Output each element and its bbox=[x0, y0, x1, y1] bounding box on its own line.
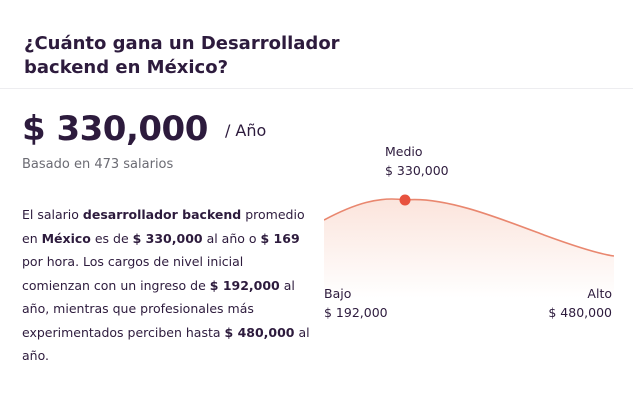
based-on-count: Basado en 473 salarios bbox=[22, 157, 174, 172]
card-header: ¿Cuánto gana un Desarrollador backend en… bbox=[0, 0, 633, 89]
alto-value: $ 480,000 bbox=[548, 305, 612, 320]
medio-label: Medio bbox=[385, 144, 423, 159]
desc-text: al año o bbox=[202, 230, 261, 246]
curve-fill bbox=[324, 198, 614, 298]
desc-senior-salary: $ 480,000 bbox=[224, 324, 295, 340]
medio-value: $ 330,000 bbox=[385, 163, 449, 178]
salary-amount-row: $ 330,000 / Año bbox=[22, 109, 266, 149]
desc-text: es de bbox=[90, 230, 133, 246]
desc-hourly-salary: $ 169 bbox=[260, 230, 300, 246]
desc-country: México bbox=[41, 230, 91, 246]
salary-description: El salario desarrollador backend promedi… bbox=[22, 203, 312, 368]
alto-label: Alto bbox=[587, 286, 612, 301]
salary-range-chart: Medio $ 330,000 Bajo $ 192,000 Alto $ 48… bbox=[324, 140, 614, 330]
desc-entry-salary: $ 192,000 bbox=[209, 277, 280, 293]
desc-annual-salary: $ 330,000 bbox=[132, 230, 203, 246]
salary-distribution-curve bbox=[324, 194, 614, 298]
median-marker bbox=[399, 194, 411, 206]
desc-job-title: desarrollador backend bbox=[82, 207, 242, 222]
bajo-value: $ 192,000 bbox=[324, 305, 388, 320]
salary-amount: $ 330,000 bbox=[22, 109, 208, 149]
page-title: ¿Cuánto gana un Desarrollador backend en… bbox=[24, 33, 340, 78]
salary-period: / Año bbox=[224, 121, 267, 140]
desc-text: El salario bbox=[22, 207, 83, 222]
bajo-label: Bajo bbox=[324, 286, 352, 301]
salary-card: ¿Cuánto gana un Desarrollador backend en… bbox=[0, 0, 633, 402]
